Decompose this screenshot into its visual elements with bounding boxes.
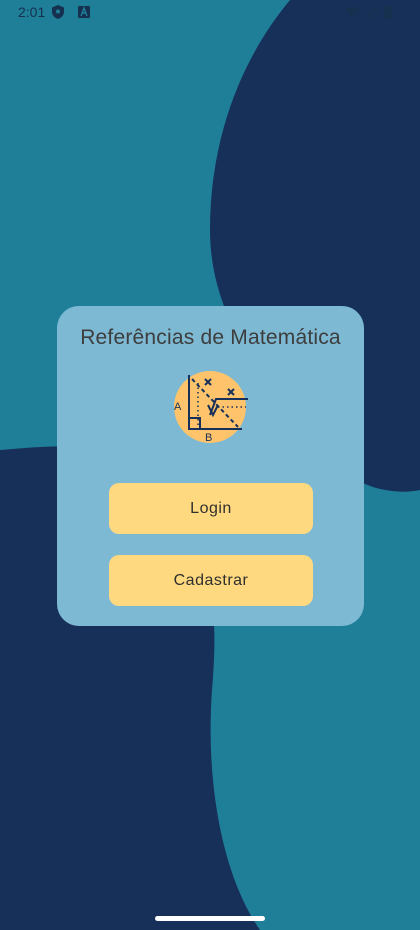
app-title: Referências de Matemática	[80, 326, 341, 349]
wifi-icon	[345, 6, 360, 18]
logo-label-a: A	[174, 401, 182, 413]
signal-icon	[366, 6, 378, 18]
logo-label-b: B	[205, 432, 212, 444]
geometry-logo-icon: A B	[174, 371, 248, 444]
register-button[interactable]: Cadastrar	[109, 555, 313, 606]
status-bar: 2:01	[0, 0, 420, 26]
welcome-card: Referências de Matemática A B Login Cada…	[57, 306, 364, 626]
status-time: 2:01	[18, 4, 46, 20]
login-button[interactable]: Login	[109, 483, 313, 534]
battery-icon	[384, 5, 392, 19]
navigation-handle[interactable]	[155, 916, 265, 921]
font-icon	[78, 6, 90, 18]
shield-icon	[52, 5, 64, 19]
